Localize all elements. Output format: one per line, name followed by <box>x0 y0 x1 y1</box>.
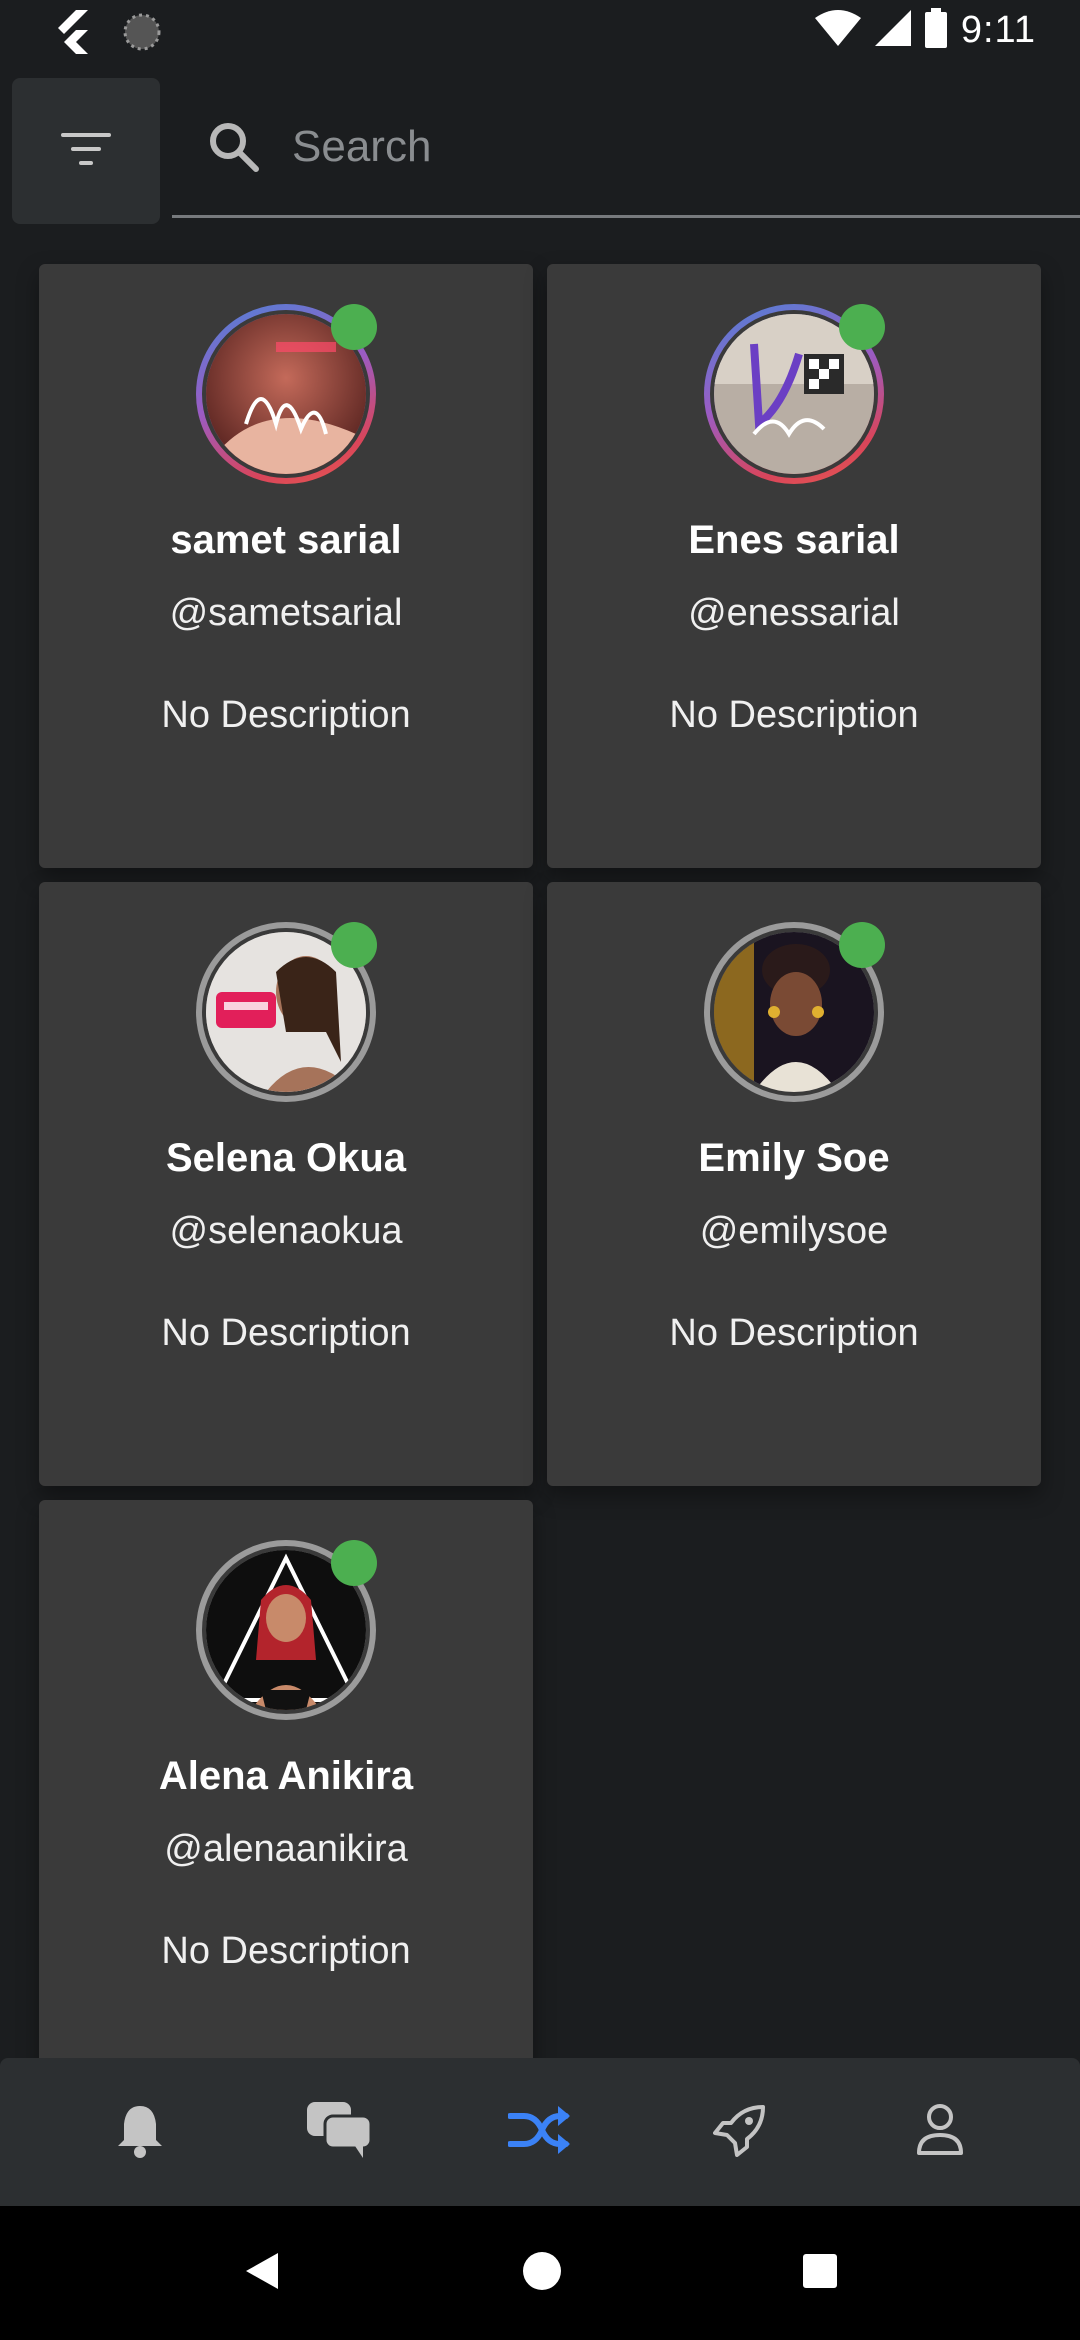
online-indicator <box>331 304 377 350</box>
avatar-container <box>196 1540 377 1720</box>
avatar-container <box>196 922 377 1102</box>
online-indicator <box>839 304 885 350</box>
chat-bubbles-icon <box>307 2101 373 2163</box>
user-handle: @sametsarial <box>169 592 403 634</box>
search-input[interactable] <box>292 121 912 172</box>
user-name: Selena Okua <box>165 1136 407 1180</box>
bottom-navigation <box>0 2058 1080 2206</box>
status-time: 9:11 <box>960 9 1036 51</box>
nav-messages[interactable] <box>280 2072 400 2192</box>
search-bar <box>172 78 1080 218</box>
user-description: No Description <box>669 1312 919 1354</box>
nav-notifications[interactable] <box>80 2072 200 2192</box>
user-card[interactable]: samet sarial @sametsarial No Description <box>39 264 533 868</box>
recents-icon[interactable] <box>802 2253 838 2294</box>
back-icon[interactable] <box>242 2251 282 2296</box>
status-bar: 9:11 <box>0 0 1080 66</box>
online-indicator <box>839 922 885 968</box>
flutter-logo-icon <box>52 10 92 59</box>
user-handle: @emilysoe <box>699 1210 889 1252</box>
user-grid: samet sarial @sametsarial No Description <box>0 0 1080 2058</box>
loading-spinner-icon <box>122 12 162 57</box>
user-handle: @alenaanikira <box>164 1828 408 1870</box>
user-name: Emily Soe <box>698 1136 890 1180</box>
user-card[interactable]: Selena Okua @selenaokua No Description <box>39 882 533 1486</box>
search-icon <box>204 117 264 177</box>
avatar-container <box>704 922 885 1102</box>
person-icon <box>916 2103 964 2162</box>
wifi-icon <box>814 10 861 51</box>
cell-signal-icon <box>874 10 911 51</box>
home-icon[interactable] <box>522 2251 562 2296</box>
user-handle: @enessarial <box>688 592 900 634</box>
user-description: No Description <box>161 1930 411 1972</box>
filter-icon <box>59 129 113 174</box>
user-card[interactable]: Emily Soe @emilysoe No Description <box>547 882 1041 1486</box>
user-name: Enes sarial <box>688 518 900 562</box>
user-handle: @selenaokua <box>169 1210 403 1252</box>
user-name: Alena Anikira <box>158 1754 414 1798</box>
nav-shuffle[interactable] <box>480 2072 600 2192</box>
battery-icon <box>924 8 947 53</box>
app-screen: samet sarial @sametsarial No Description <box>0 0 1080 2340</box>
rocket-icon <box>713 2103 767 2162</box>
bell-icon <box>114 2102 166 2163</box>
user-description: No Description <box>161 694 411 736</box>
user-card[interactable]: Alena Anikira @alenaanikira No Descripti… <box>39 1500 533 2058</box>
filter-button[interactable] <box>12 78 160 224</box>
online-indicator <box>331 1540 377 1586</box>
user-description: No Description <box>161 1312 411 1354</box>
user-name: samet sarial <box>170 518 402 562</box>
user-card[interactable]: Enes sarial @enessarial No Description <box>547 264 1041 868</box>
nav-profile[interactable] <box>880 2072 1000 2192</box>
online-indicator <box>331 922 377 968</box>
shuffle-icon <box>507 2104 572 2161</box>
nav-discover[interactable] <box>680 2072 800 2192</box>
avatar-container <box>196 304 377 484</box>
user-description: No Description <box>669 694 919 736</box>
avatar-container <box>704 304 885 484</box>
system-navigation <box>0 2206 1080 2340</box>
